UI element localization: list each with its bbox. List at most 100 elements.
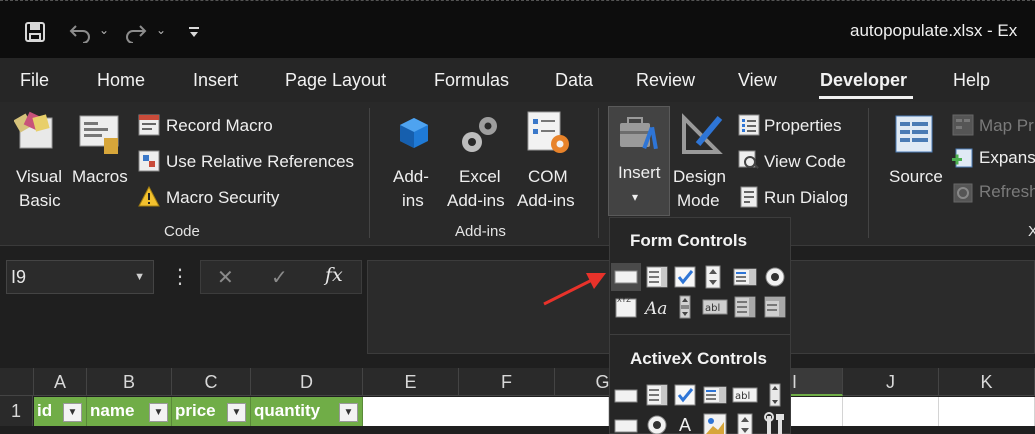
name-box-value: I9 [11, 267, 27, 287]
run-dialog-icon [738, 186, 760, 213]
expansion-packs-button[interactable]: Expans [952, 146, 1035, 172]
customize-qat-icon[interactable] [188, 23, 200, 43]
activex-option-button-control[interactable] [644, 412, 670, 434]
tab-page-layout[interactable]: Page Layout [285, 70, 386, 91]
cell[interactable] [791, 397, 843, 426]
insert-function-icon[interactable]: fx [325, 264, 343, 286]
run-dialog-button[interactable]: Run Dialog [738, 184, 858, 210]
chevron-down-icon[interactable]: ▼ [134, 271, 145, 283]
addins-button[interactable]: Add- ins [388, 108, 440, 216]
column-header-d[interactable]: D [251, 368, 363, 396]
record-macro-button[interactable]: Record Macro [138, 112, 358, 138]
activex-combo-box-control[interactable] [644, 382, 670, 408]
refresh-icon [952, 182, 974, 209]
activex-image-control[interactable] [702, 412, 728, 434]
enter-icon[interactable]: ✓ [271, 265, 288, 290]
column-header-a[interactable]: A [34, 368, 87, 396]
cell[interactable] [363, 397, 609, 426]
code-group-label: Code [164, 223, 200, 240]
source-button[interactable]: Source [884, 108, 948, 216]
form-combo-box-control[interactable] [644, 264, 670, 290]
expansion-packs-icon [952, 148, 974, 175]
redo-icon[interactable] [124, 21, 148, 47]
tab-formulas[interactable]: Formulas [434, 70, 509, 91]
form-label-control[interactable]: Aa [643, 294, 670, 320]
tab-view[interactable]: View [738, 70, 777, 91]
relative-references-icon [138, 150, 160, 177]
map-properties-label: Map Pr [979, 116, 1034, 135]
view-code-button[interactable]: View Code [738, 148, 858, 174]
refresh-data-button: Refresh [952, 180, 1035, 206]
activex-text-box-control[interactable]: abl [732, 382, 758, 408]
form-text-field-control[interactable]: abl [702, 294, 728, 320]
table-header-cell-quantity[interactable]: quantity ▼ [251, 397, 363, 426]
filter-dropdown-icon[interactable]: ▼ [149, 403, 168, 422]
more-options-icon[interactable]: ⋮ [170, 264, 190, 289]
form-group-box-control[interactable]: XYZ [613, 294, 639, 320]
properties-button[interactable]: Properties [738, 112, 858, 138]
form-check-box-control[interactable] [672, 264, 698, 290]
form-scroll-bar-control[interactable] [672, 294, 698, 320]
cell[interactable] [939, 397, 1035, 426]
com-addins-button[interactable]: COM Add-ins [516, 108, 582, 216]
more-controls-icon[interactable] [762, 412, 788, 434]
activex-label-control[interactable]: A [672, 412, 698, 434]
form-combo-list-edit-control[interactable] [732, 294, 758, 320]
table-header-cell-price[interactable]: price ▼ [172, 397, 251, 426]
column-header-e[interactable]: E [363, 368, 459, 396]
form-combo-drop-down-edit-control[interactable] [762, 294, 788, 320]
form-button-control[interactable] [611, 263, 641, 291]
undo-icon[interactable] [68, 21, 92, 47]
column-header-j[interactable]: J [843, 368, 939, 396]
table-header-label: price [175, 401, 216, 420]
tab-developer[interactable]: Developer [820, 70, 907, 91]
design-mode-label-2: Mode [677, 191, 720, 210]
insert-controls-dropdown: Form Controls XYZ Aa abl ActiveX Control… [609, 217, 791, 434]
activex-list-box-control[interactable] [702, 382, 728, 408]
column-header-f[interactable]: F [459, 368, 555, 396]
save-icon[interactable] [24, 21, 46, 47]
table-header-cell-id[interactable]: id ▼ [34, 397, 87, 426]
use-relative-references-button[interactable]: Use Relative References [138, 148, 368, 174]
tab-review[interactable]: Review [636, 70, 695, 91]
undo-dropdown-icon[interactable]: ⌄ [99, 23, 109, 37]
name-box[interactable]: I9 ▼ [6, 260, 154, 294]
select-all-corner[interactable] [0, 368, 34, 396]
filter-dropdown-icon[interactable]: ▼ [63, 403, 82, 422]
cancel-icon[interactable]: ✕ [217, 265, 234, 290]
column-header-k[interactable]: K [939, 368, 1035, 396]
tab-home[interactable]: Home [97, 70, 145, 91]
activex-spin-button-control[interactable] [732, 412, 758, 434]
macros-button[interactable]: Macros [70, 108, 134, 216]
form-option-button-control[interactable] [762, 264, 788, 290]
activex-check-box-control[interactable] [672, 382, 698, 408]
activex-toggle-button-control[interactable] [613, 412, 639, 434]
redo-dropdown-icon[interactable]: ⌄ [156, 23, 166, 37]
dropdown-divider [610, 334, 790, 335]
excel-addins-label-2: Add-ins [447, 191, 505, 210]
tab-help[interactable]: Help [953, 70, 990, 91]
tab-file[interactable]: File [20, 70, 49, 91]
macro-security-label: Macro Security [166, 188, 280, 207]
tab-data[interactable]: Data [555, 70, 593, 91]
svg-text:XYZ: XYZ [617, 296, 631, 304]
filter-dropdown-icon[interactable]: ▼ [339, 403, 358, 422]
form-spin-button-control[interactable] [700, 264, 726, 290]
form-list-box-control[interactable] [732, 264, 758, 290]
visual-basic-button[interactable]: Visual Basic [10, 108, 68, 216]
activex-scroll-bar-control[interactable] [762, 382, 788, 408]
group-divider [598, 108, 599, 238]
filter-dropdown-icon[interactable]: ▼ [227, 403, 246, 422]
tab-insert[interactable]: Insert [193, 70, 238, 91]
cell[interactable] [843, 397, 939, 426]
row-header-1[interactable]: 1 [0, 396, 33, 426]
column-header-b[interactable]: B [87, 368, 172, 396]
macro-security-button[interactable]: Macro Security [138, 184, 338, 210]
table-header-label: id [37, 401, 53, 420]
design-mode-button[interactable]: Design Mode [672, 108, 732, 216]
column-header-c[interactable]: C [172, 368, 251, 396]
table-header-cell-name[interactable]: name ▼ [87, 397, 172, 426]
excel-addins-button[interactable]: Excel Add-ins [446, 108, 512, 216]
activex-command-button-control[interactable] [613, 382, 639, 408]
insert-controls-button[interactable]: Insert ▾ [608, 106, 670, 216]
